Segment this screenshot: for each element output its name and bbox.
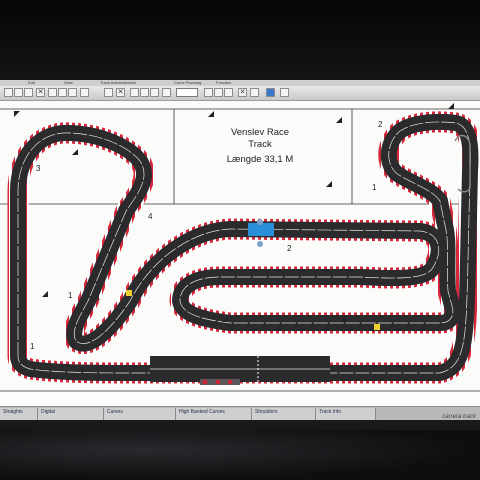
segment-label: 3 (36, 164, 41, 173)
page-corner-marker (14, 111, 20, 117)
rotate-left-icon[interactable] (130, 88, 139, 97)
segment-label: 1 (30, 342, 35, 351)
undo-icon[interactable] (104, 88, 113, 97)
flip-icon[interactable] (224, 88, 233, 97)
page-corner-marker (72, 149, 78, 155)
rotate-left-icon[interactable] (204, 88, 213, 97)
selected-track-piece (248, 223, 274, 236)
page-corner-marker (336, 117, 342, 123)
rotate-right-icon[interactable] (140, 88, 149, 97)
segment-label: 2 (287, 244, 292, 253)
lap-counter-marker (126, 290, 132, 296)
segment-label: 1 (372, 183, 377, 192)
track-name-line2: Track (248, 139, 272, 150)
menu-track-administration[interactable]: Track Administration (100, 80, 136, 85)
grid-icon[interactable] (280, 88, 289, 97)
undo-icon[interactable] (250, 88, 259, 97)
page-corner-marker (42, 291, 48, 297)
menu-function[interactable]: Function (216, 80, 231, 85)
layer-icon[interactable] (162, 88, 171, 97)
pit-lane (150, 356, 330, 385)
track-title: Venslev Race Track Længde 33,1 M (205, 127, 315, 166)
page-corner-marker (340, 316, 346, 322)
rotate-right-icon[interactable] (214, 88, 223, 97)
track-length: Længde 33,1 M (226, 154, 294, 165)
zoom-icon[interactable] (80, 88, 89, 97)
layer-icon[interactable] (266, 88, 275, 97)
menu-curve-planning[interactable]: Curve Planning (174, 80, 201, 85)
open-icon[interactable] (14, 88, 23, 97)
track-name-line1: Venslev Race (230, 127, 290, 138)
menu-edit[interactable]: Edit (28, 80, 35, 85)
save-icon[interactable] (24, 88, 33, 97)
segment-label: 2 (378, 120, 383, 129)
desk-cloth (0, 430, 480, 480)
zoom-field[interactable] (176, 88, 198, 97)
segment-label: 3 (473, 214, 478, 223)
monitor-bezel-top (0, 0, 480, 80)
rotation-handle[interactable] (257, 219, 263, 225)
page-corner-marker (448, 103, 454, 109)
new-icon[interactable] (4, 88, 13, 97)
paste-icon[interactable] (58, 88, 67, 97)
print-icon[interactable] (68, 88, 77, 97)
rotation-handle[interactable] (257, 241, 263, 247)
lap-counter-marker (374, 324, 380, 330)
redo-icon[interactable]: ✕ (116, 88, 125, 97)
copy-icon[interactable] (48, 88, 57, 97)
track-canvas[interactable]: Venslev Race Track Længde 33,1 M 1 1 2 3… (0, 101, 480, 406)
cut-icon[interactable]: ✕ (238, 88, 247, 97)
segment-label: 4 (148, 212, 153, 221)
flip-icon[interactable] (150, 88, 159, 97)
toolbar: ✕ ✕ ✕ (0, 86, 480, 101)
cut-icon[interactable]: ✕ (36, 88, 45, 97)
app-window: Edit View Track Administration Curve Pla… (0, 80, 480, 422)
page-corner-marker (326, 181, 332, 187)
menu-view[interactable]: View (64, 80, 73, 85)
page-corner-marker (222, 316, 228, 322)
segment-label: 1 (68, 291, 73, 300)
segment-label: 1 (96, 293, 101, 302)
page-corner-marker (208, 111, 214, 117)
